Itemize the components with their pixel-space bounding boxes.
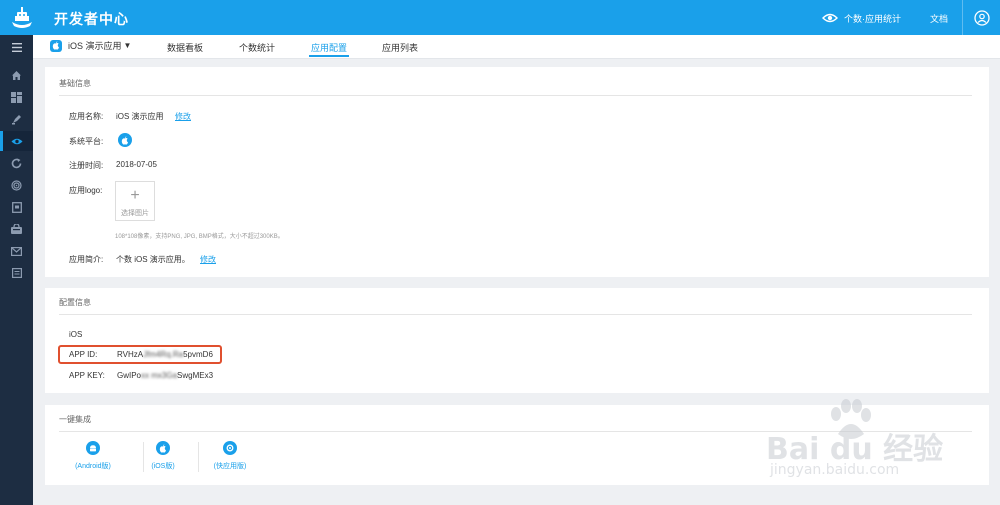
app-key-suffix: SwgMEx3	[177, 371, 214, 380]
divider	[59, 95, 972, 96]
basic-info-title: 基础信息	[59, 79, 91, 88]
sidebar-item-dashboard[interactable]	[0, 87, 33, 107]
user-menu[interactable]	[962, 0, 1000, 35]
app-id-suffix: 5pvmD6	[183, 350, 213, 359]
docs-link[interactable]: 文档	[930, 12, 948, 25]
menu-toggle[interactable]	[0, 37, 33, 57]
home-icon	[12, 70, 21, 80]
edit-name-link[interactable]: 修改	[175, 111, 191, 122]
app-id-prefix: RVHzA	[117, 350, 144, 359]
sidebar-item-home[interactable]	[0, 65, 33, 85]
sidebar-item-store[interactable]	[0, 219, 33, 239]
sidebar-item-analytics[interactable]	[0, 153, 33, 173]
divider	[59, 431, 972, 432]
apple-icon	[50, 39, 62, 52]
config-info-title: 配置信息	[59, 298, 91, 307]
app-selector-label: iOS 演示应用	[68, 41, 122, 51]
app-key-value: GwIPoxx mx3GaSwgMEx3	[117, 371, 213, 380]
integration-quickapp[interactable]: (快应用版)	[195, 441, 265, 471]
integration-android[interactable]: (Android版)	[58, 441, 128, 471]
rocket-icon	[12, 114, 21, 124]
edit-intro-link[interactable]: 修改	[200, 254, 216, 265]
brand-title: 开发者中心	[54, 11, 129, 27]
tab-dashboard[interactable]: 数据看板	[167, 41, 203, 54]
main-content: 基础信息 应用名称: iOS 演示应用 修改 系统平台: 注册时间: 2018-…	[33, 59, 1000, 505]
fingerprint-icon	[11, 179, 22, 191]
register-time-value: 2018-07-05	[116, 160, 157, 169]
integration-android-label: (Android版)	[75, 463, 111, 470]
app-selector[interactable]: iOS 演示应用 ▼	[50, 39, 131, 52]
sidebar-item-push[interactable]	[0, 109, 33, 129]
app-id-label: APP ID:	[69, 350, 98, 359]
tab-app-list[interactable]: 应用列表	[382, 41, 418, 54]
user-avatar-icon	[973, 9, 990, 26]
integration-title: 一键集成	[59, 415, 91, 424]
apple-icon	[118, 133, 132, 147]
quickapp-icon	[223, 441, 237, 455]
app-key-masked: xx mx3Ga	[141, 371, 178, 380]
hamburger-icon	[11, 42, 22, 52]
app-intro-label: 应用简介:	[69, 255, 104, 264]
platform-label: 系统平台:	[69, 137, 104, 146]
basic-info-panel: 基础信息 应用名称: iOS 演示应用 修改 系统平台: 注册时间: 2018-…	[45, 67, 989, 277]
list-icon	[11, 268, 22, 278]
app-key-label: APP KEY:	[69, 371, 105, 380]
platform-name: iOS	[69, 330, 83, 339]
tab-app-config[interactable]: 应用配置	[308, 41, 350, 57]
caret-down-icon: ▼	[123, 41, 132, 50]
register-time-label: 注册时间:	[69, 161, 104, 170]
store-icon	[11, 224, 22, 234]
dashboard-icon	[11, 91, 22, 103]
app-logo-label: 应用logo:	[69, 186, 103, 195]
mail-icon	[11, 246, 22, 256]
app-id-value: RVHzAJfm4Rq.Ra5pvmD6	[117, 350, 213, 359]
config-info-panel: 配置信息 iOS APP ID: RVHzAJfm4Rq.Ra5pvmD6 AP…	[45, 288, 989, 393]
apple-icon	[156, 441, 170, 455]
stats-label: 个数·应用统计	[844, 13, 901, 24]
eye-icon	[11, 138, 22, 144]
eye-icon	[822, 13, 838, 23]
document-icon	[11, 201, 22, 213]
upload-image-label: 选择图片	[121, 210, 149, 217]
sidebar-item-fingerprint[interactable]	[0, 175, 33, 195]
sidebar-item-reports[interactable]	[0, 197, 33, 217]
logo-icon	[12, 7, 32, 28]
app-name-label: 应用名称:	[69, 112, 104, 121]
upload-image-button[interactable]: + 选择图片	[115, 181, 155, 221]
refresh-icon	[11, 158, 22, 168]
app-intro-value: 个数 iOS 演示应用。	[116, 255, 190, 264]
tab-count-stats[interactable]: 个数统计	[239, 41, 275, 54]
plus-icon: +	[130, 187, 140, 204]
upload-hint: 108*108像素，支持PNG, JPG, BMP格式，大小不超过300KB。	[115, 234, 284, 240]
top-bar: 开发者中心 个数·应用统计 文档	[0, 0, 1000, 35]
integration-ios-label: (iOS版)	[151, 463, 175, 470]
app-id-masked: Jfm4Rq.Ra	[143, 350, 184, 359]
integration-panel: 一键集成 (Android版) (iOS版) (快应用版)	[45, 405, 989, 485]
sidebar	[0, 35, 33, 505]
android-icon	[86, 441, 100, 455]
integration-quickapp-label: (快应用版)	[213, 463, 247, 470]
sidebar-item-stats[interactable]	[0, 131, 33, 151]
sidebar-item-feedback[interactable]	[0, 263, 33, 283]
stats-link[interactable]: 个数·应用统计	[822, 9, 901, 27]
divider	[59, 314, 972, 315]
sub-navigation: iOS 演示应用 ▼ 数据看板 个数统计 应用配置 应用列表	[33, 35, 1000, 59]
app-key-prefix: GwIPo	[117, 371, 142, 380]
app-name-value: iOS 演示应用	[116, 112, 164, 121]
integration-ios[interactable]: (iOS版)	[128, 441, 198, 471]
sidebar-item-messages[interactable]	[0, 241, 33, 261]
